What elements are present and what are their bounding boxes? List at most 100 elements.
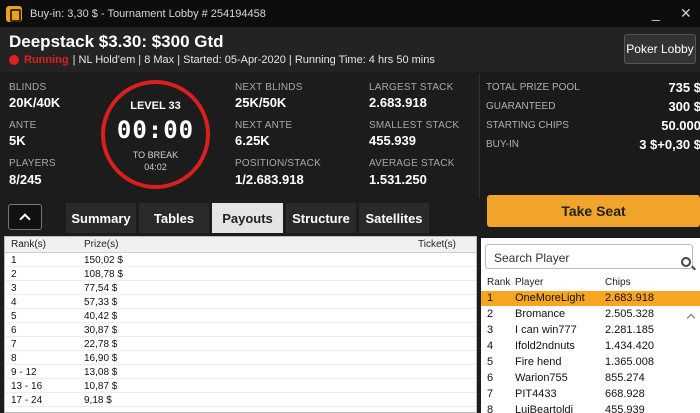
player-row[interactable]: 2 Bromance 2.505.328	[481, 307, 700, 322]
table-row: 8 16,90 $	[5, 352, 476, 365]
rank-cell: 4	[11, 297, 17, 308]
position-stack-label: POSITION/STACK	[235, 158, 321, 169]
player-rank-cell: 1	[487, 292, 494, 304]
player-chips-cell: 1.365.008	[605, 356, 654, 368]
search-placeholder: Search Player	[494, 251, 570, 265]
rank-cell: 5	[11, 311, 17, 322]
prize-cell: 77,54 $	[84, 283, 118, 294]
starting-chips-value: 50.000	[661, 118, 700, 133]
player-row[interactable]: 4 Ifold2ndnuts 1.434.420	[481, 339, 700, 354]
rank-cell: 1	[11, 255, 17, 266]
running-status-icon	[9, 55, 19, 65]
player-name-cell: Warion755	[515, 372, 568, 384]
table-row: 3 77,54 $	[5, 282, 476, 295]
prize-column-header: Prize(s)	[84, 239, 119, 250]
to-break-label: TO BREAK	[132, 150, 179, 160]
next-ante-label: NEXT ANTE	[235, 120, 293, 131]
player-row[interactable]: 6 Warion755 855.274	[481, 371, 700, 386]
blinds-value: 20K/40K	[9, 95, 61, 110]
guaranteed-label: GUARANTEED	[486, 101, 556, 112]
table-row: 13 - 16 10,87 $	[5, 380, 476, 393]
prize-cell: 30,87 $	[84, 325, 118, 336]
player-name-cell: LuiBeartoldi	[515, 404, 574, 413]
next-blinds-label: NEXT BLINDS	[235, 82, 303, 93]
tab-tables[interactable]: Tables	[139, 203, 209, 233]
player-row[interactable]: 1 OneMoreLight 2.683.918	[481, 291, 700, 306]
prize-cell: 40,42 $	[84, 311, 118, 322]
player-row[interactable]: 3 I can win777 2.281.185	[481, 323, 700, 338]
player-row[interactable]: 5 Fire hend 1.365.008	[481, 355, 700, 370]
player-name-cell: I can win777	[515, 324, 577, 336]
close-button[interactable]: ✕	[680, 5, 692, 22]
player-name-cell: PIT4433	[515, 388, 557, 400]
total-prize-row: TOTAL PRIZE POOL 735 $	[486, 80, 700, 96]
payouts-table: Rank(s) Prize(s) Ticket(s) 1 150,02 $ 2 108…	[4, 236, 477, 413]
buyin-value: 3 $+0,30 $	[639, 137, 700, 152]
table-row: 2 108,78 $	[5, 268, 476, 281]
status-line: Running | NL Hold'em | 8 Max | Started: …	[9, 54, 435, 66]
player-row[interactable]: 7 PIT4433 668.928	[481, 387, 700, 402]
status-badge: Running	[24, 54, 69, 66]
level-timer: 00:00	[116, 116, 195, 144]
player-rank-cell: 5	[487, 356, 494, 368]
search-player-input[interactable]: Search Player	[485, 244, 693, 269]
player-chips-cell: 455.939	[605, 404, 645, 413]
player-chips-cell: 2.281.185	[605, 324, 654, 336]
to-break-time: 04:02	[144, 162, 167, 172]
minimize-button[interactable]: _	[652, 5, 660, 21]
rank-cell: 6	[11, 325, 17, 336]
ante-value: 5K	[9, 133, 26, 148]
tab-satellites[interactable]: Satellites	[359, 203, 429, 233]
player-rank-cell: 6	[487, 372, 494, 384]
table-row: 4 57,33 $	[5, 296, 476, 309]
chevron-up-icon	[19, 213, 31, 225]
app-logo-icon	[6, 5, 22, 22]
player-name-cell: Fire hend	[515, 356, 562, 368]
tab-summary[interactable]: Summary	[66, 203, 136, 233]
player-name-cell: OneMoreLight	[515, 292, 585, 304]
players-label: PLAYERS	[9, 158, 56, 169]
player-row[interactable]: 8 LuiBeartoldi 455.939	[481, 403, 700, 413]
prize-cell: 108,78 $	[84, 269, 123, 280]
rank-cell: 13 - 16	[11, 381, 43, 392]
ante-label: ANTE	[9, 120, 37, 131]
player-rank-cell: 7	[487, 388, 494, 400]
prize-cell: 13,08 $	[84, 367, 118, 378]
player-rank-cell: 4	[487, 340, 494, 352]
event-details: | NL Hold'em | 8 Max | Started: 05-Apr-2…	[72, 54, 435, 66]
player-chips-cell: 855.274	[605, 372, 645, 384]
prize-cell: 10,87 $	[84, 381, 118, 392]
guaranteed-value: 300 $	[668, 99, 700, 114]
player-chips-cell: 2.505.328	[605, 308, 654, 320]
rank-cell: 7	[11, 339, 17, 350]
take-seat-button[interactable]: Take Seat	[487, 195, 700, 227]
prize-cell: 57,33 $	[84, 297, 118, 308]
rank-cell: 3	[11, 283, 17, 294]
player-list-header: Rank Player Chips	[481, 276, 700, 323]
buyin-label: BUY-IN	[486, 139, 519, 150]
rank-cell: 8	[11, 353, 17, 364]
poker-lobby-button[interactable]: Poker Lobby	[624, 34, 696, 64]
player-chips-cell: 2.683.918	[605, 292, 654, 304]
lobby-tabs: Summary Tables Payouts Structure Satelli…	[0, 200, 477, 233]
collapse-button[interactable]	[8, 204, 42, 230]
search-icon[interactable]	[681, 257, 691, 267]
player-name-cell: Ifold2ndnuts	[515, 340, 575, 352]
tab-structure[interactable]: Structure	[286, 203, 356, 233]
prize-cell: 9,18 $	[84, 395, 112, 406]
smallest-stack-label: SMALLEST STACK	[369, 120, 460, 131]
average-stack-label: AVERAGE STACK	[369, 158, 455, 169]
largest-stack-value: 2.683.918	[369, 95, 427, 110]
tab-payouts[interactable]: Payouts	[212, 203, 283, 233]
player-name-cell: Bromance	[515, 308, 566, 320]
largest-stack-label: LARGEST STACK	[369, 82, 454, 93]
player-name-header: Player	[515, 277, 544, 288]
player-chips-header: Chips	[605, 277, 631, 288]
rank-cell: 2	[11, 269, 17, 280]
level-clock: LEVEL 33 00:00 TO BREAK 04:02	[101, 80, 210, 189]
player-chips-cell: 668.928	[605, 388, 645, 400]
title-bar: Buy-in: 3,30 $ - Tournament Lobby # 2541…	[0, 0, 700, 27]
prize-cell: 16,90 $	[84, 353, 118, 364]
smallest-stack-value: 455.939	[369, 133, 416, 148]
total-prize-label: TOTAL PRIZE POOL	[486, 82, 580, 93]
